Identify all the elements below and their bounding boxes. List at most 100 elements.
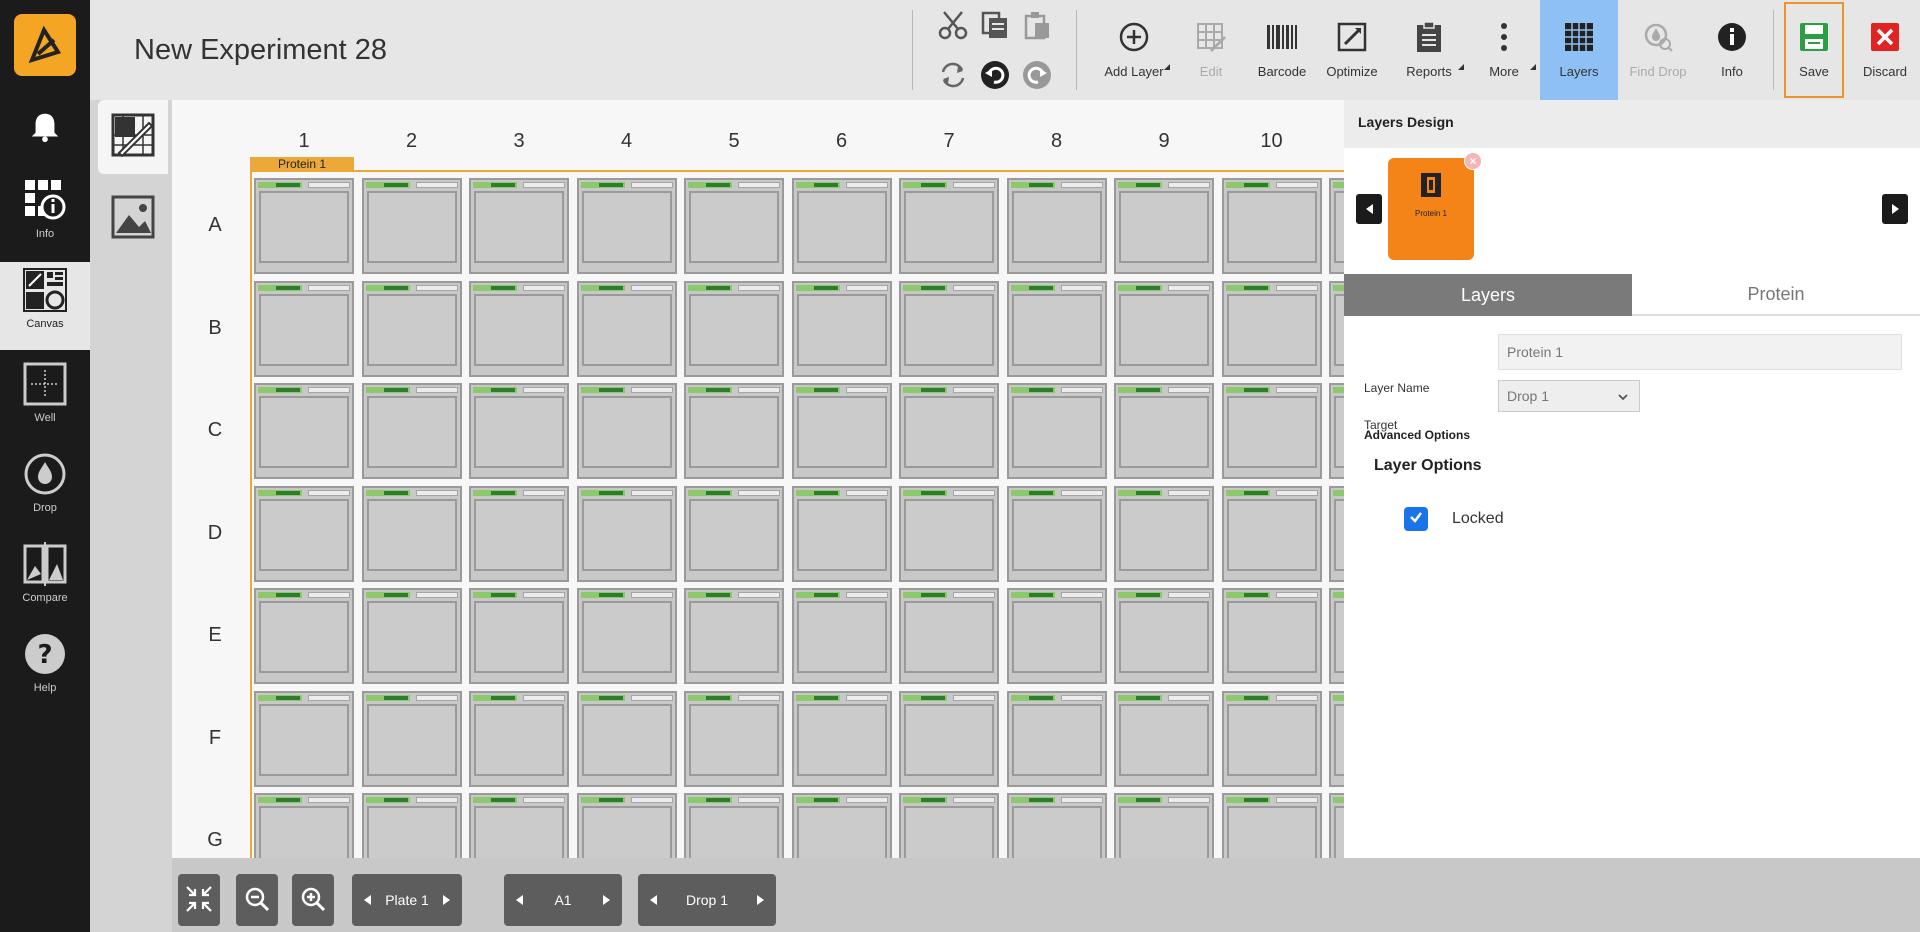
plate-well[interactable] <box>1114 178 1214 274</box>
plate-well[interactable] <box>469 280 569 377</box>
add-layer-button[interactable]: Add Layer <box>1096 0 1172 100</box>
plate-well[interactable] <box>791 793 892 858</box>
plate-well[interactable] <box>1114 690 1214 787</box>
more-button[interactable]: More <box>1470 0 1538 100</box>
plate-well[interactable] <box>1006 485 1107 582</box>
column-header[interactable]: 1 <box>274 130 334 153</box>
plate-well[interactable] <box>791 280 892 377</box>
column-header[interactable]: 9 <box>1134 130 1194 153</box>
plate-well[interactable] <box>791 178 892 274</box>
plate-well[interactable] <box>576 588 677 684</box>
optimize-button[interactable]: Optimize <box>1316 0 1388 100</box>
plate-well[interactable] <box>1221 280 1322 377</box>
paste-icon[interactable] <box>1020 8 1054 42</box>
row-header[interactable]: E <box>200 624 230 647</box>
plate-well[interactable] <box>899 690 999 787</box>
plate-well[interactable] <box>1006 280 1107 377</box>
nav-compare[interactable]: Compare <box>0 536 90 624</box>
plate-well[interactable] <box>1114 383 1214 479</box>
row-header[interactable]: G <box>200 829 230 852</box>
plate-well[interactable] <box>1006 383 1107 479</box>
column-header[interactable]: 6 <box>812 130 872 153</box>
plate-well[interactable] <box>1221 588 1322 684</box>
plate-well[interactable] <box>1221 793 1322 858</box>
plate-well[interactable] <box>684 485 784 582</box>
prev-well-icon[interactable] <box>516 895 523 905</box>
plate-well[interactable] <box>254 178 354 274</box>
plate-well[interactable] <box>1114 588 1214 684</box>
plate-well[interactable] <box>684 793 784 858</box>
plate-navigator[interactable]: Plate 1 <box>352 874 462 926</box>
plate-well[interactable] <box>361 178 462 274</box>
plate-well[interactable] <box>1006 588 1107 684</box>
plate-well[interactable] <box>1006 690 1107 787</box>
plate-well[interactable] <box>791 383 892 479</box>
find-drop-button[interactable]: Find Drop <box>1620 0 1696 100</box>
plate-well[interactable] <box>899 280 999 377</box>
column-header[interactable]: 7 <box>919 130 979 153</box>
copy-icon[interactable] <box>978 8 1012 42</box>
plate-well[interactable] <box>254 383 354 479</box>
column-header[interactable]: 8 <box>1027 130 1087 153</box>
plate-well[interactable] <box>684 690 784 787</box>
barcode-button[interactable]: Barcode <box>1248 0 1316 100</box>
plate-well[interactable] <box>254 280 354 377</box>
plate-well[interactable] <box>361 588 462 684</box>
plate-well[interactable] <box>469 485 569 582</box>
redo-icon[interactable] <box>1020 58 1054 92</box>
cut-icon[interactable] <box>936 8 970 42</box>
layer-name-input[interactable] <box>1498 334 1902 370</box>
plate-well[interactable] <box>1006 793 1107 858</box>
swap-icon[interactable] <box>936 58 970 92</box>
info-button[interactable]: Info <box>1704 0 1760 100</box>
plate-well[interactable] <box>1114 485 1214 582</box>
plate-well[interactable] <box>1329 690 1344 787</box>
next-well-icon[interactable] <box>603 895 610 905</box>
plate-well[interactable] <box>254 588 354 684</box>
drop-navigator[interactable]: Drop 1 <box>638 874 776 926</box>
zoom-in-button[interactable] <box>292 874 334 926</box>
plate-well[interactable] <box>576 178 677 274</box>
plate-well[interactable] <box>1329 793 1344 858</box>
plate-well[interactable] <box>469 793 569 858</box>
plate-well[interactable] <box>1329 588 1344 684</box>
plate-well[interactable] <box>576 793 677 858</box>
plate-well[interactable] <box>899 588 999 684</box>
nav-info[interactable]: Info <box>0 172 90 260</box>
reports-button[interactable]: Reports <box>1392 0 1466 100</box>
nav-help[interactable]: ? Help <box>0 626 90 714</box>
plate-well[interactable] <box>576 383 677 479</box>
plate-well[interactable] <box>469 588 569 684</box>
row-header[interactable]: B <box>200 317 230 340</box>
plate-well[interactable] <box>684 588 784 684</box>
well-navigator[interactable]: A1 <box>504 874 622 926</box>
column-header[interactable]: 2 <box>382 130 442 153</box>
row-header[interactable]: D <box>200 522 230 545</box>
plate-well[interactable] <box>254 690 354 787</box>
next-layer-button[interactable] <box>1882 194 1908 224</box>
layers-toggle-button[interactable]: Layers <box>1540 0 1618 100</box>
plate-well[interactable] <box>899 383 999 479</box>
nav-drop[interactable]: Drop <box>0 446 90 534</box>
plate-well[interactable] <box>254 793 354 858</box>
plate-well[interactable] <box>791 485 892 582</box>
save-button[interactable]: Save <box>1782 0 1846 100</box>
column-header[interactable]: 10 <box>1242 130 1302 153</box>
plate-well[interactable] <box>1221 178 1322 274</box>
plate-well[interactable] <box>791 690 892 787</box>
nav-well[interactable]: Well <box>0 356 90 444</box>
plate-well[interactable] <box>1114 280 1214 377</box>
plate-well[interactable] <box>1114 793 1214 858</box>
plate-well[interactable] <box>361 383 462 479</box>
plate-well[interactable] <box>1329 280 1344 377</box>
prev-drop-icon[interactable] <box>650 895 657 905</box>
plate-well[interactable] <box>361 280 462 377</box>
fit-view-button[interactable] <box>178 874 220 926</box>
locked-checkbox[interactable] <box>1404 507 1428 531</box>
next-plate-icon[interactable] <box>443 895 450 905</box>
plate-well[interactable] <box>791 588 892 684</box>
plate-well[interactable] <box>576 280 677 377</box>
layer-card[interactable]: Protein 1 × <box>1388 152 1482 260</box>
previous-layer-button[interactable] <box>1356 194 1382 224</box>
plate-well[interactable] <box>469 690 569 787</box>
